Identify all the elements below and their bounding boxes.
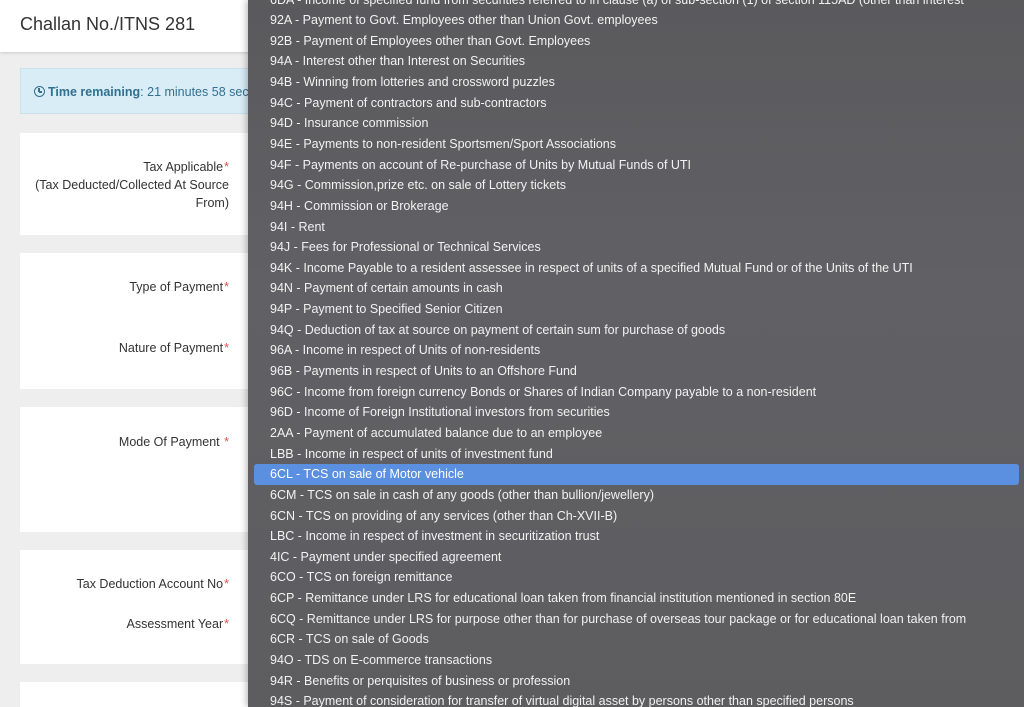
dropdown-option[interactable]: 94F - Payments on account of Re-purchase… xyxy=(248,155,1024,176)
dropdown-option[interactable]: 94I - Rent xyxy=(248,217,1024,238)
dropdown-option[interactable]: 92B - Payment of Employees other than Go… xyxy=(248,31,1024,52)
required-mark: * xyxy=(224,341,229,355)
page-header: Challan No./ITNS 281 xyxy=(0,0,260,52)
required-mark: * xyxy=(224,617,229,631)
dropdown-option[interactable]: 6CP - Remittance under LRS for education… xyxy=(248,588,1024,609)
dropdown-option[interactable]: 94G - Commission,prize etc. on sale of L… xyxy=(248,175,1024,196)
dropdown-option[interactable]: 94J - Fees for Professional or Technical… xyxy=(248,237,1024,258)
dropdown-option[interactable]: 94C - Payment of contractors and sub-con… xyxy=(248,93,1024,114)
dropdown-option[interactable]: 94D - Insurance commission xyxy=(248,113,1024,134)
time-remaining-alert: Time remaining: 21 minutes 58 sec xyxy=(20,68,260,114)
dropdown-option[interactable]: 94P - Payment to Specified Senior Citize… xyxy=(248,299,1024,320)
dropdown-option[interactable]: 6CO - TCS on foreign remittance xyxy=(248,567,1024,588)
type-of-payment-label: Type of Payment* xyxy=(129,280,229,294)
dropdown-option[interactable]: 6CM - TCS on sale in cash of any goods (… xyxy=(248,485,1024,506)
dropdown-option[interactable]: 4IC - Payment under specified agreement xyxy=(248,547,1024,568)
nature-of-payment-label: Nature of Payment* xyxy=(118,341,229,355)
dropdown-option[interactable]: 92A - Payment to Govt. Employees other t… xyxy=(248,10,1024,31)
dropdown-option[interactable]: 94R - Benefits or perquisites of busines… xyxy=(248,671,1024,692)
payment-type-card: Type of Payment* Nature of Payment* xyxy=(20,253,260,389)
dropdown-option[interactable]: 94K - Income Payable to a resident asses… xyxy=(248,258,1024,279)
dropdown-option[interactable]: 94H - Commission or Brokerage xyxy=(248,196,1024,217)
next-card xyxy=(20,682,260,707)
payment-mode-card: Mode Of Payment * xyxy=(20,407,260,532)
tax-applicable-sublabel-2: From) xyxy=(195,196,229,210)
dropdown-option[interactable]: 6CR - TCS on sale of Goods xyxy=(248,629,1024,650)
dropdown-option[interactable]: 6CN - TCS on providing of any services (… xyxy=(248,506,1024,527)
dropdown-option[interactable]: 96B - Payments in respect of Units to an… xyxy=(248,361,1024,382)
dropdown-option[interactable]: 96A - Income in respect of Units of non-… xyxy=(248,340,1024,361)
tax-applicable-card: Tax Applicable* (Tax Deducted/Collected … xyxy=(20,133,260,235)
page-title: Challan No./ITNS 281 xyxy=(20,14,196,34)
required-mark: * xyxy=(224,280,229,294)
dropdown-option[interactable]: 94A - Interest other than Interest on Se… xyxy=(248,51,1024,72)
required-mark: * xyxy=(224,160,229,174)
dropdown-option[interactable]: 94N - Payment of certain amounts in cash xyxy=(248,278,1024,299)
nature-of-payment-dropdown[interactable]: 6DA - Income of specified fund from secu… xyxy=(248,0,1024,707)
required-mark: * xyxy=(224,577,229,591)
dropdown-option[interactable]: 6CQ - Remittance under LRS for purpose o… xyxy=(248,609,1024,630)
dropdown-option[interactable]: LBC - Income in respect of investment in… xyxy=(248,526,1024,547)
mode-of-payment-label: Mode Of Payment * xyxy=(118,435,229,449)
challan-form: Challan No./ITNS 281 Time remaining: 21 … xyxy=(0,0,260,707)
clock-icon xyxy=(34,86,45,97)
dropdown-option[interactable]: 6DA - Income of specified fund from secu… xyxy=(248,0,1024,10)
required-mark: * xyxy=(224,435,229,449)
tax-applicable-label: Tax Applicable* xyxy=(143,160,229,174)
dropdown-option[interactable]: 96D - Income of Foreign Institutional in… xyxy=(248,402,1024,423)
dropdown-option[interactable]: 94B - Winning from lotteries and crosswo… xyxy=(248,72,1024,93)
tax-applicable-sublabel: (Tax Deducted/Collected At Source xyxy=(35,178,229,192)
dropdown-option[interactable]: 2AA - Payment of accumulated balance due… xyxy=(248,423,1024,444)
tan-card: Tax Deduction Account No* Assessment Yea… xyxy=(20,550,260,664)
time-remaining-text: Time remaining: 21 minutes 58 sec xyxy=(34,85,249,99)
tan-label: Tax Deduction Account No* xyxy=(76,577,230,591)
time-remaining-label: Time remaining xyxy=(48,85,141,99)
dropdown-option[interactable]: 94O - TDS on E-commerce transactions xyxy=(248,650,1024,671)
dropdown-options-list[interactable]: 6DA - Income of specified fund from secu… xyxy=(248,0,1024,707)
dropdown-option[interactable]: 96C - Income from foreign currency Bonds… xyxy=(248,382,1024,403)
dropdown-option-selected[interactable]: 6CL - TCS on sale of Motor vehicle xyxy=(254,464,1019,485)
dropdown-option[interactable]: 94S - Payment of consideration for trans… xyxy=(248,691,1024,707)
dropdown-option[interactable]: 94Q - Deduction of tax at source on paym… xyxy=(248,320,1024,341)
assessment-year-label: Assessment Year* xyxy=(126,617,229,631)
dropdown-option[interactable]: LBB - Income in respect of units of inve… xyxy=(248,444,1024,465)
time-remaining-value: : 21 minutes 58 sec xyxy=(140,85,249,99)
dropdown-option[interactable]: 94E - Payments to non-resident Sportsmen… xyxy=(248,134,1024,155)
